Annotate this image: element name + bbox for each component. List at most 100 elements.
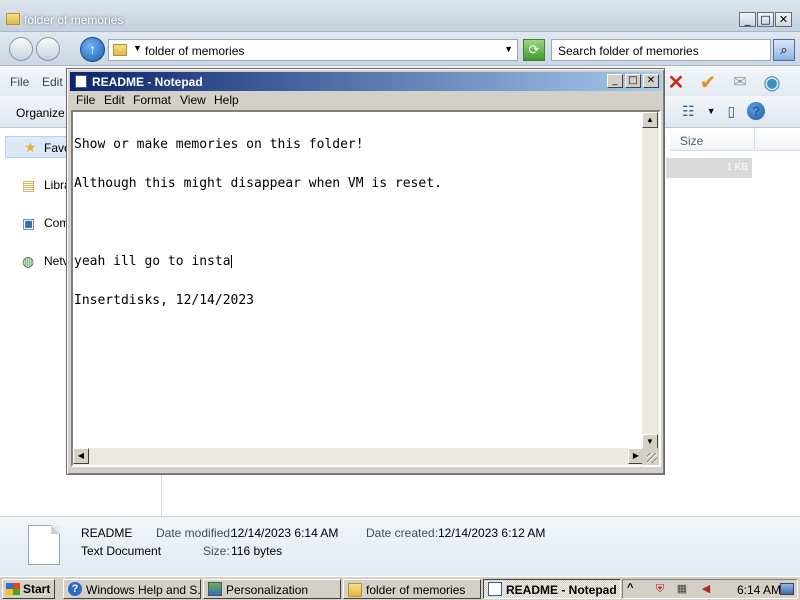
detail-created-value: 12/14/2023 6:12 AM <box>438 526 546 540</box>
task-label: Personalization <box>226 583 309 597</box>
detail-modified-value: 12/14/2023 6:14 AM <box>231 526 339 540</box>
task-personalization[interactable]: Personalization <box>203 579 341 599</box>
task-windows-help[interactable]: ? Windows Help and S... <box>63 579 201 599</box>
help-icon: ? <box>68 582 82 596</box>
task-readme-notepad[interactable]: README - Notepad <box>483 579 621 599</box>
menu-file[interactable]: File <box>10 75 29 89</box>
star-icon: ★ <box>24 139 37 155</box>
close-button[interactable]: ✕ <box>643 74 659 88</box>
scroll-up-button[interactable]: ▲ <box>642 112 658 128</box>
column-header: Size <box>670 129 800 151</box>
folder-icon <box>113 44 127 56</box>
text-line: Show or make memories on this folder! <box>74 137 364 152</box>
menu-format[interactable]: Format <box>133 93 171 107</box>
text-line: Insertdisks, 12/14/2023 <box>74 293 255 308</box>
view-options-icon[interactable]: ☷ <box>682 103 695 120</box>
globe-icon[interactable]: ◉ <box>758 70 786 96</box>
menu-file[interactable]: File <box>76 93 95 107</box>
refresh-button[interactable]: ⟳ <box>523 39 545 61</box>
address-path: folder of memories <box>145 44 245 58</box>
task-label: README - Notepad <box>506 583 617 597</box>
start-label: Start <box>23 582 51 596</box>
security-alert-icon[interactable]: ⛨ <box>653 583 667 596</box>
notepad-window-controls: _ □ ✕ <box>605 74 659 88</box>
delete-x-icon[interactable]: ✕ <box>662 70 690 96</box>
taskbar: Start ? Windows Help and S... Personaliz… <box>0 576 800 600</box>
clock[interactable]: 6:14 AM <box>737 583 781 597</box>
menu-view[interactable]: View <box>180 93 206 107</box>
up-folder-button[interactable]: ↑ <box>80 37 105 62</box>
detail-modified-label: Date modified: <box>156 526 234 540</box>
text-caret <box>230 255 232 268</box>
resize-grip[interactable] <box>642 448 659 465</box>
file-size: 1 KB <box>726 162 748 173</box>
detail-type: Text Document <box>81 544 162 558</box>
folder-icon <box>6 13 20 25</box>
chevron-down-icon[interactable]: ▼ <box>133 43 142 53</box>
network-tray-icon[interactable]: ▦ <box>675 583 689 596</box>
show-desktop-icon[interactable] <box>780 583 794 595</box>
file-row-readme[interactable]: 1 KB <box>666 158 752 178</box>
folder-icon <box>348 583 362 597</box>
explorer-window-controls: _ □ ✕ <box>738 12 792 27</box>
text-document-icon <box>28 525 60 565</box>
menu-help[interactable]: Help <box>214 93 239 107</box>
checkmark-icon[interactable]: ✔ <box>694 70 722 96</box>
network-icon: ◍ <box>22 253 35 269</box>
address-dropdown-icon[interactable]: ▼ <box>504 44 513 54</box>
preview-pane-icon[interactable]: ▯ <box>727 103 735 120</box>
notepad-menubar: File Edit Format View Help <box>70 91 662 109</box>
explorer-titlebar[interactable]: folder of memories _ □ ✕ <box>0 0 800 32</box>
volume-muted-icon[interactable]: ◀ <box>699 583 713 596</box>
chevron-down-icon[interactable]: ▼ <box>707 106 716 116</box>
windows-logo-icon <box>6 583 20 595</box>
toolbar-icons: ✕ ✔ ✉ ◉ <box>662 70 790 96</box>
text-line-blank <box>74 216 644 229</box>
forward-button[interactable] <box>36 37 60 61</box>
menu-edit[interactable]: Edit <box>42 75 63 89</box>
notepad-icon <box>488 582 502 596</box>
show-hidden-icons-icon[interactable]: ^ <box>627 582 633 594</box>
maximize-button[interactable]: □ <box>625 74 641 88</box>
envelope-icon[interactable]: ✉ <box>726 70 754 96</box>
nav-label-network: Netv <box>44 254 69 268</box>
organize-button[interactable]: Organize <box>16 106 65 120</box>
address-box[interactable]: ▼ folder of memories ▼ <box>108 39 518 61</box>
back-button[interactable] <box>9 37 33 61</box>
help-icon[interactable]: ? <box>747 102 766 120</box>
libraries-icon: ▤ <box>22 177 36 193</box>
computer-icon: ▣ <box>22 215 36 231</box>
notepad-titlebar[interactable]: README - Notepad _ □ ✕ <box>70 72 662 91</box>
task-label: Windows Help and S... <box>86 583 201 597</box>
text-line: Although this might disappear when VM is… <box>74 176 442 191</box>
start-button[interactable]: Start <box>2 579 55 599</box>
column-separator[interactable] <box>754 129 755 151</box>
detail-name: README <box>81 526 133 540</box>
details-pane: README Text Document Date modified: 12/1… <box>0 516 800 576</box>
horizontal-scrollbar[interactable]: ◀ ▶ <box>73 448 644 465</box>
detail-created-label: Date created: <box>366 526 439 540</box>
view-controls: ☷ ▼ ▯ ? <box>682 102 777 120</box>
close-button[interactable]: ✕ <box>775 12 792 27</box>
scroll-left-button[interactable]: ◀ <box>73 448 89 464</box>
search-icon[interactable]: ⌕ <box>773 39 795 61</box>
notepad-text-area[interactable]: Show or make memories on this folder! Al… <box>71 110 661 467</box>
search-input[interactable]: Search folder of memories <box>551 39 771 61</box>
task-folder-of-memories[interactable]: folder of memories <box>343 579 481 599</box>
task-label: folder of memories <box>366 583 466 597</box>
minimize-button[interactable]: _ <box>739 12 756 27</box>
detail-size-label: Size: <box>203 544 230 558</box>
text-line-with-caret: yeah ill go to insta <box>74 255 644 268</box>
minimize-button[interactable]: _ <box>607 74 623 88</box>
personalization-icon <box>208 582 222 596</box>
maximize-button[interactable]: □ <box>757 12 774 27</box>
column-size[interactable]: Size <box>680 134 703 148</box>
address-bar: ↑ ▼ folder of memories ▼ ⟳ Search folder… <box>0 32 800 66</box>
notepad-content: Show or make memories on this folder! Al… <box>74 112 644 333</box>
vertical-scrollbar[interactable]: ▲ ▼ <box>642 112 659 450</box>
detail-size-value: 116 bytes <box>231 544 283 558</box>
system-tray: ^ ⛨ ▦ ◀ 6:14 AM <box>622 579 798 599</box>
menu-edit[interactable]: Edit <box>104 93 125 107</box>
explorer-title: folder of memories <box>24 13 124 27</box>
text-line: yeah ill go to insta <box>74 254 231 269</box>
